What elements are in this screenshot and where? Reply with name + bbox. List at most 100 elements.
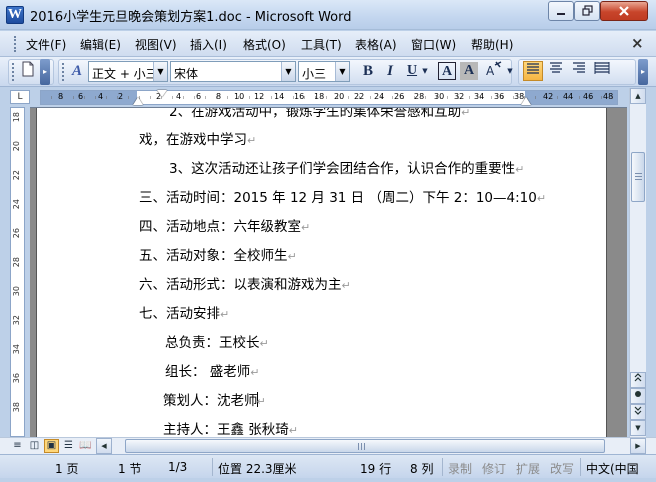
status-bar: 1 页 1 节 1/3 位置 22.3厘米 19 行 8 列 录制 修订 扩展 … — [0, 454, 656, 478]
menu-format[interactable]: 格式(O) — [243, 36, 286, 53]
phonetic-guide-icon[interactable]: A — [484, 61, 504, 81]
document-line[interactable]: 三、活动时间：2015 年 12 月 31 日 （周二）下午 2：10—4:10… — [139, 186, 546, 206]
chevron-down-icon[interactable]: ▼ — [505, 61, 515, 81]
right-align-icon[interactable] — [569, 61, 589, 81]
document-line[interactable]: 七、活动安排↵ — [139, 302, 229, 322]
ruler-number: 8 — [58, 92, 64, 101]
select-browse-object-button[interactable] — [630, 388, 646, 404]
scroll-up-button[interactable]: ▲ — [630, 88, 646, 104]
ruler-number: 8 — [216, 92, 222, 101]
ruler-number: 10 — [234, 92, 245, 101]
document-line[interactable]: 戏，在游戏中学习↵ — [139, 128, 256, 148]
style-combo[interactable]: 正文 + 小三 ▼ — [88, 61, 168, 82]
menu-help[interactable]: 帮助(H) — [471, 36, 513, 53]
line-text: 三、活动时间：2015 年 12 月 31 日 （周二）下午 2：10—4:10 — [139, 190, 537, 206]
reading-layout-view-icon[interactable]: 📖 — [78, 439, 93, 453]
outline-view-icon[interactable]: ☰ — [61, 439, 76, 453]
scroll-down-button[interactable]: ▼ — [630, 420, 646, 436]
toolbar-overflow-chevron[interactable]: ▸ — [638, 59, 648, 85]
ruler-number: 36 — [494, 92, 505, 101]
menu-edit[interactable]: 编辑(E) — [80, 36, 121, 53]
minimize-button[interactable] — [548, 1, 574, 21]
status-overtype[interactable]: 改写 — [550, 460, 574, 477]
document-line[interactable]: 组长： 盛老师↵ — [165, 360, 260, 380]
status-separator — [580, 458, 581, 476]
status-record[interactable]: 录制 — [448, 460, 472, 477]
document-page[interactable]: 2、在游戏活动中，锻炼学生的集体荣誉感和互助↵ 戏，在游戏中学习↵ 3、这次活动… — [36, 108, 607, 437]
menu-view[interactable]: 视图(V) — [135, 36, 177, 53]
center-align-icon[interactable] — [546, 61, 566, 81]
ruler-number: 24 — [12, 199, 21, 210]
char-border-button[interactable]: A — [438, 62, 456, 80]
bold-button[interactable]: B — [358, 61, 378, 81]
restore-button[interactable] — [574, 1, 600, 21]
ruler-number: 6 — [196, 92, 202, 101]
paragraph-mark: ↵ — [288, 424, 299, 437]
font-combo[interactable]: 宋体 ▼ — [170, 61, 296, 82]
toolbar-grip[interactable] — [12, 63, 15, 81]
new-document-icon[interactable] — [18, 61, 38, 81]
italic-button[interactable]: I — [380, 61, 400, 81]
status-page-of: 1/3 — [168, 460, 188, 474]
horizontal-scroll-thumb[interactable] — [125, 439, 605, 453]
vertical-ruler[interactable]: 18 20 22 24 26 28 30 32 34 36 38 — [10, 107, 25, 437]
line-text: 组长： 盛老师 — [165, 364, 251, 380]
paragraph-mark: ↵ — [247, 134, 257, 147]
status-track[interactable]: 修订 — [482, 460, 506, 477]
document-line[interactable]: 主持人：王鑫 张秋琦↵ — [163, 418, 298, 437]
previous-page-button[interactable] — [630, 372, 646, 388]
toolbar-overflow-chevron[interactable]: ▸ — [40, 59, 50, 85]
document-line[interactable]: 六、活动形式：以表演和游戏为主↵ — [139, 273, 351, 293]
underline-button[interactable]: U — [402, 61, 422, 81]
char-shading-button[interactable]: A — [460, 62, 478, 80]
chevron-down-icon[interactable]: ▼ — [281, 62, 295, 81]
tab-selector[interactable]: L — [10, 90, 30, 104]
scroll-left-button[interactable]: ◀ — [96, 438, 112, 454]
web-layout-view-icon[interactable]: ◫ — [27, 439, 42, 453]
hanging-indent-marker[interactable] — [133, 97, 143, 105]
document-line[interactable]: 四、活动地点：六年级教室↵ — [139, 215, 310, 235]
chevron-down-icon[interactable]: ▼ — [153, 62, 167, 81]
horizontal-ruler[interactable]: 8 6 4 2 2 4 6 8 10 12 14 16 18 20 22 24 … — [40, 90, 618, 105]
menu-insert[interactable]: 插入(I) — [190, 36, 227, 53]
vertical-scroll-thumb[interactable] — [631, 152, 645, 202]
distributed-align-icon[interactable] — [592, 61, 612, 81]
font-value: 宋体 — [174, 67, 199, 81]
document-line[interactable]: 3、这次活动还让孩子们学会团结合作，认识合作的重要性↵ — [169, 157, 524, 177]
print-layout-view-icon[interactable]: ▣ — [44, 439, 59, 453]
status-separator — [442, 458, 443, 476]
word-app-icon[interactable]: W — [6, 6, 24, 24]
svg-text:A: A — [486, 64, 495, 77]
close-window-button[interactable] — [600, 1, 648, 21]
menu-tools[interactable]: 工具(T) — [301, 36, 342, 53]
chevron-down-icon[interactable]: ▼ — [335, 62, 349, 81]
right-indent-marker[interactable] — [521, 97, 531, 105]
ruler-number: 32 — [12, 315, 21, 326]
status-extend[interactable]: 扩展 — [516, 460, 540, 477]
status-page: 1 页 — [55, 462, 79, 476]
font-size-combo[interactable]: 小三 ▼ — [298, 61, 350, 82]
document-line[interactable]: 五、活动对象：全校师生↵ — [139, 244, 297, 264]
styles-icon[interactable]: A — [67, 61, 87, 81]
ruler-number: 22 — [12, 170, 21, 181]
menu-grip[interactable] — [14, 36, 17, 52]
window-title: 2016小学生元旦晚会策划方案1.doc - Microsoft Word — [30, 10, 352, 25]
close-document-button[interactable]: × — [631, 34, 644, 52]
document-line[interactable]: 总负责：王校长↵ — [165, 331, 269, 351]
normal-view-icon[interactable]: ≡ — [10, 439, 25, 453]
menu-window[interactable]: 窗口(W) — [411, 36, 456, 53]
format-toolbar-grip[interactable] — [62, 63, 65, 81]
line-text: 六、活动形式：以表演和游戏为主 — [139, 277, 342, 293]
next-page-button[interactable] — [630, 404, 646, 420]
document-area[interactable]: 2、在游戏活动中，锻炼学生的集体荣誉感和互助↵ 戏，在游戏中学习↵ 3、这次活动… — [30, 107, 627, 437]
document-line[interactable]: 策划人：沈老师↵ — [163, 389, 266, 409]
first-line-indent-marker[interactable] — [157, 90, 167, 97]
justify-icon[interactable] — [523, 61, 543, 81]
chevron-down-icon[interactable]: ▼ — [420, 61, 430, 81]
menu-file[interactable]: 文件(F) — [26, 36, 66, 53]
vertical-scrollbar[interactable]: ▲ ▼ — [629, 88, 646, 437]
document-line[interactable]: 2、在游戏活动中，锻炼学生的集体荣誉感和互助↵ — [169, 108, 470, 120]
status-language[interactable]: 中文(中国 — [586, 460, 652, 477]
scroll-right-button[interactable]: ▶ — [630, 438, 646, 454]
menu-table[interactable]: 表格(A) — [355, 36, 397, 53]
